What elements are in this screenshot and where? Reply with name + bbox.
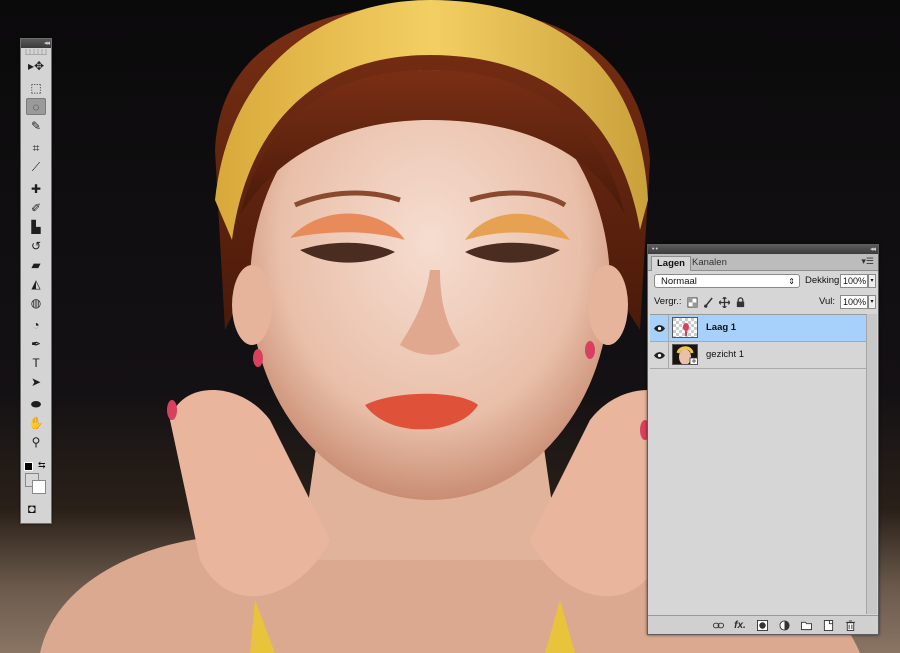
layers-panel: •• ◂◂ Lagen Kanalen ▾☰ Normaal ⇕ Dekking… — [647, 244, 879, 635]
panel-tabs: Lagen Kanalen ▾☰ — [648, 254, 878, 271]
quick-select-tool-button[interactable]: ✎ — [26, 117, 46, 134]
panel-menu-icon[interactable]: ▾☰ — [861, 256, 874, 267]
blend-mode-select[interactable]: Normaal ⇕ — [654, 274, 800, 288]
ellipse-tool-icon: ⬬ — [30, 396, 42, 411]
swap-colors-icon[interactable]: ⇆ — [38, 460, 46, 471]
lasso-tool-button[interactable]: ◌ — [26, 98, 46, 115]
brush-tool-icon: ✐ — [30, 200, 42, 215]
layer-name: gezicht 1 — [706, 349, 745, 360]
hand-tool-button[interactable]: ✋ — [26, 414, 46, 431]
tab-kanalen[interactable]: Kanalen — [687, 256, 732, 270]
path-select-tool-button[interactable]: ➤ — [26, 373, 46, 390]
collapse-icon[interactable]: ◂◂ — [870, 245, 876, 254]
eraser-tool-button[interactable]: ▰ — [26, 256, 46, 273]
eyedropper-tool-icon: ⟋ — [31, 159, 41, 174]
visibility-eye-icon[interactable] — [650, 342, 669, 368]
tools-panel-grip[interactable] — [25, 49, 47, 55]
zoom-tool-button[interactable]: ⚲ — [26, 433, 46, 450]
trash-icon[interactable] — [842, 618, 858, 632]
paint-bucket-tool-button[interactable]: ◭ — [26, 275, 46, 292]
layer-thumbnail — [672, 344, 698, 365]
new-layer-icon[interactable] — [820, 618, 836, 632]
tools-panel: ◂◂ ▸✥ ⬚ ◌ ✎ ⌗ ⟋ ✚ ✐ ▙ ↺ ▰ ◭ ◍ ◔ ✒ T ➤ ⬬ ✋ ⚲ ⇆ ◘ — [20, 38, 52, 524]
dropdown-arrow-icon: ⇕ — [788, 277, 795, 286]
clone-stamp-tool-icon: ▙ — [31, 219, 41, 234]
pen-tool-icon: ✒ — [30, 336, 42, 351]
background-color-swatch[interactable] — [32, 480, 46, 494]
visibility-eye-icon[interactable] — [650, 315, 669, 341]
new-group-icon[interactable] — [798, 618, 814, 632]
lasso-tool-icon: ◌ — [32, 99, 40, 114]
lock-transparent-icon[interactable] — [686, 296, 698, 308]
lock-position-icon[interactable] — [718, 296, 730, 308]
collapse-icon[interactable]: ◂◂ — [44, 40, 50, 47]
fill-field[interactable]: 100% — [840, 295, 868, 309]
eraser-tool-icon: ▰ — [31, 257, 41, 272]
layer-row-gezicht-1[interactable]: gezicht 1 — [650, 342, 866, 369]
opacity-field[interactable]: 100% — [840, 274, 868, 288]
dodge-tool-button[interactable]: ◍ — [26, 294, 46, 311]
zoom-tool-icon: ⚲ — [31, 434, 41, 449]
blur-tool-button[interactable]: ◔ — [26, 316, 46, 333]
fx-icon[interactable]: fx. — [732, 618, 748, 632]
blend-mode-value: Normaal — [661, 276, 697, 287]
type-tool-icon: T — [32, 355, 40, 370]
quick-select-tool-icon: ✎ — [30, 118, 42, 133]
lock-pixels-icon[interactable] — [702, 296, 714, 308]
brush-tool-button[interactable]: ✐ — [26, 199, 46, 216]
layer-row-laag-1[interactable]: Laag 1 — [650, 315, 866, 342]
crop-tool-icon: ⌗ — [32, 140, 40, 155]
tools-panel-titlebar[interactable]: ◂◂ — [21, 39, 51, 48]
tab-lagen[interactable]: Lagen — [651, 256, 691, 271]
clone-stamp-tool-button[interactable]: ▙ — [26, 218, 46, 235]
ellipse-tool-button[interactable]: ⬬ — [26, 395, 46, 412]
history-brush-tool-button[interactable]: ↺ — [26, 237, 46, 254]
opacity-label: Dekking: — [805, 275, 842, 286]
move-tool-button[interactable]: ▸✥ — [26, 57, 46, 74]
dodge-tool-icon: ◍ — [30, 295, 42, 310]
lock-label: Vergr.: — [654, 296, 682, 307]
lock-all-icon[interactable] — [734, 296, 746, 308]
layers-list: Laag 1 gezicht 1 — [650, 314, 866, 615]
layer-thumbnail — [672, 317, 698, 338]
healing-brush-tool-button[interactable]: ✚ — [26, 180, 46, 197]
quick-mask-icon[interactable]: ◘ — [28, 501, 36, 516]
fill-slider-arrow[interactable]: ▾ — [868, 295, 876, 309]
default-colors-icon[interactable] — [24, 462, 33, 471]
pen-tool-button[interactable]: ✒ — [26, 335, 46, 352]
hand-tool-icon: ✋ — [28, 415, 44, 430]
fill-label: Vul: — [819, 296, 836, 307]
grip-dots-icon: •• — [652, 246, 659, 253]
paint-bucket-tool-icon: ◭ — [31, 276, 41, 291]
marquee-tool-button[interactable]: ⬚ — [26, 79, 46, 96]
layer-mask-icon[interactable] — [754, 618, 770, 632]
eyedropper-tool-button[interactable]: ⟋ — [26, 158, 46, 175]
marquee-tool-icon: ⬚ — [30, 80, 42, 95]
layers-scrollbar[interactable] — [866, 314, 877, 614]
move-tool-icon: ▸✥ — [27, 58, 45, 73]
layers-panel-titlebar[interactable]: •• ◂◂ — [648, 245, 878, 254]
blur-tool-icon: ◔ — [32, 317, 40, 332]
crop-tool-button[interactable]: ⌗ — [26, 139, 46, 156]
layers-panel-footer: fx. — [648, 615, 878, 634]
link-layers-icon[interactable] — [710, 618, 726, 632]
type-tool-button[interactable]: T — [26, 354, 46, 371]
healing-brush-tool-icon: ✚ — [30, 181, 42, 196]
layer-name: Laag 1 — [706, 322, 737, 333]
adjustment-layer-icon[interactable] — [776, 618, 792, 632]
history-brush-tool-icon: ↺ — [30, 238, 42, 253]
path-select-tool-icon: ➤ — [30, 374, 42, 389]
opacity-slider-arrow[interactable]: ▾ — [868, 274, 876, 288]
